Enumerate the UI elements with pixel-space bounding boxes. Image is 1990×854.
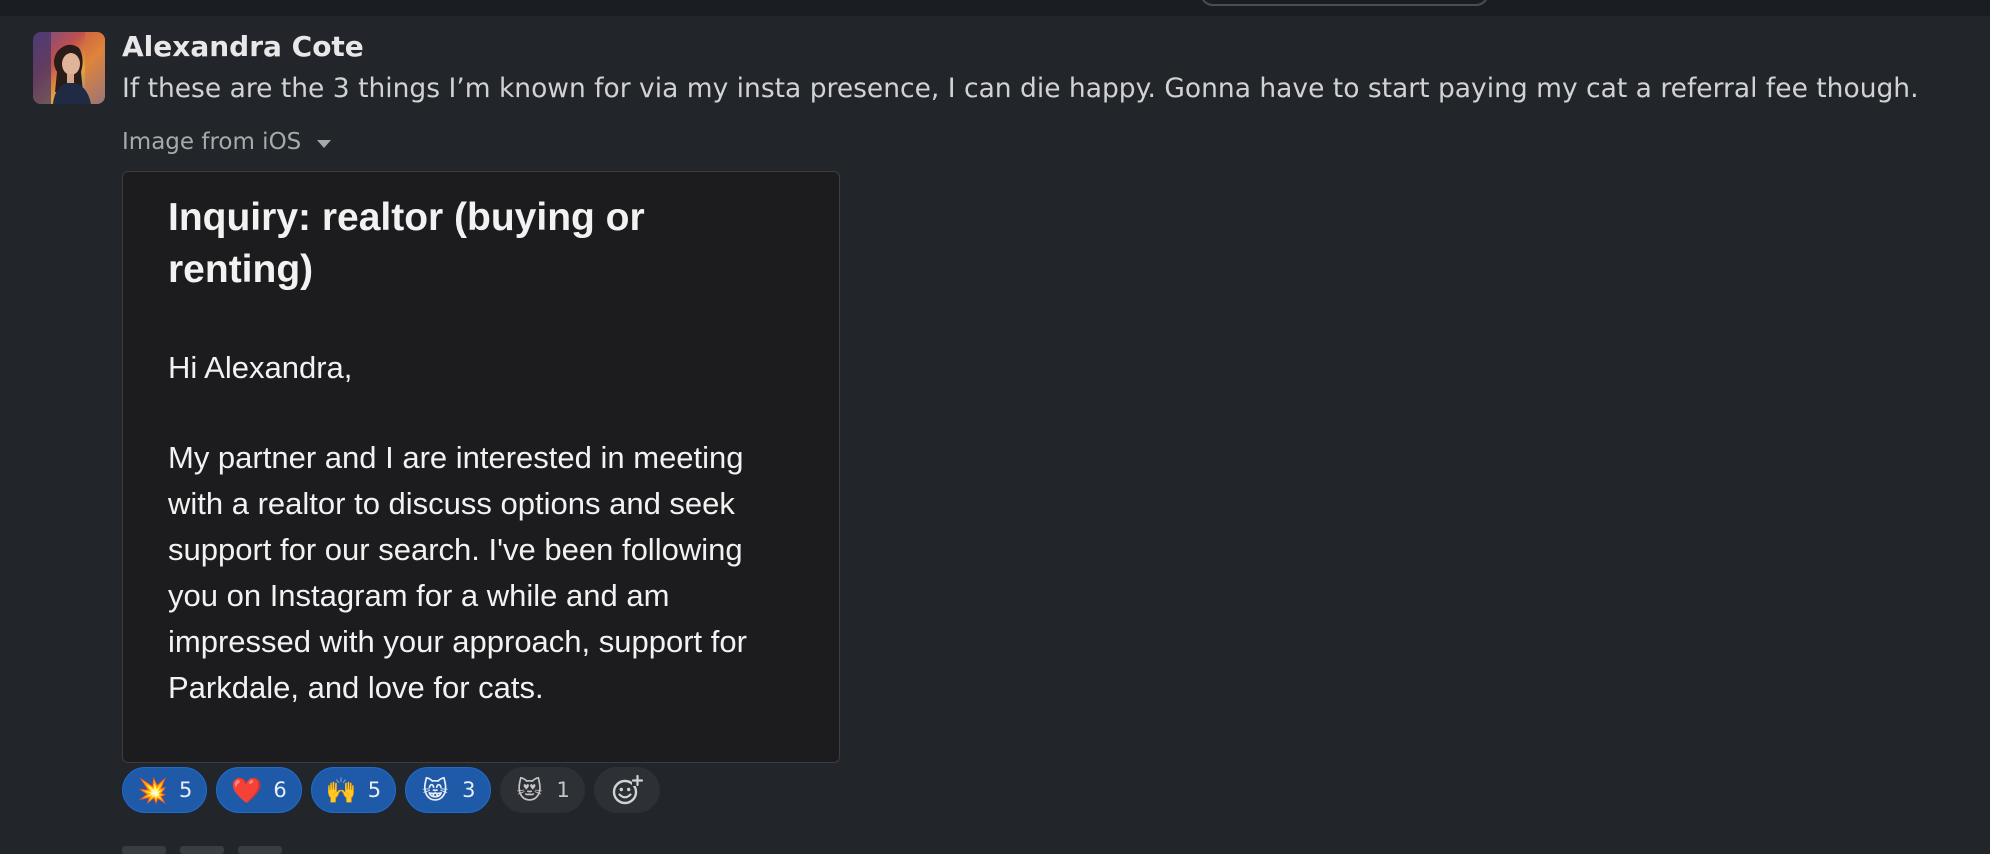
next-item-peek [122,846,282,854]
image-attachment[interactable]: Inquiry: realtor (buying or renting) Hi … [122,171,840,763]
avatar-image [33,32,105,104]
reaction-count: 6 [273,778,287,802]
email-body: My partner and I are interested in meeti… [168,435,808,711]
message-text: If these are the 3 things I’m known for … [122,73,1919,104]
sender-name[interactable]: Alexandra Cote [122,30,364,63]
email-body-line: with a realtor to discuss options and se… [168,486,735,521]
email-body-line: Parkdale, and love for cats. [168,670,544,705]
reaction-count: 1 [556,778,570,802]
reaction-count: 5 [179,778,193,802]
collision-icon: 💥 [137,775,169,805]
heart-icon: ❤️ [231,775,263,805]
reactions-bar: 💥 5 ❤️ 6 🙌 5 😸 3 😻 1 [122,767,660,813]
message: Alexandra Cote If these are the 3 things… [0,16,1990,854]
email-body-line: impressed with your approach, support fo… [168,624,747,659]
peek-block [238,846,282,854]
reaction-count: 3 [462,778,476,802]
peek-block [180,846,224,854]
raised-hands-icon: 🙌 [325,775,357,805]
email-greeting: Hi Alexandra, [168,350,353,385]
add-emoji-icon [612,774,643,805]
reaction-raised-hands[interactable]: 🙌 5 [310,767,397,813]
peek-block [122,846,166,854]
add-reaction-button[interactable] [593,767,660,813]
reaction-grinning-cat[interactable]: 😸 3 [405,767,491,813]
attachment-label[interactable]: Image from iOS [122,129,332,155]
reaction-heart[interactable]: ❤️ 6 [216,767,302,813]
grinning-cat-icon: 😸 [422,775,449,805]
email-subject: Inquiry: realtor (buying or renting) [168,196,645,291]
reaction-collision[interactable]: 💥 5 [122,767,208,813]
reaction-count: 5 [367,778,382,802]
email-body-line: My partner and I are interested in meeti… [168,440,744,475]
reaction-heart-eyes-cat[interactable]: 😻 1 [499,767,585,813]
email-body-line: you on Instagram for a while and am [168,578,670,613]
avatar[interactable] [33,32,105,104]
search-bar[interactable] [1200,0,1489,6]
attachment-label-text: Image from iOS [122,129,302,155]
top-bar [0,0,1990,16]
chevron-down-icon[interactable] [317,139,332,148]
email-body-line: support for our search. I've been follow… [168,532,743,567]
heart-eyes-cat-icon: 😻 [516,775,543,805]
